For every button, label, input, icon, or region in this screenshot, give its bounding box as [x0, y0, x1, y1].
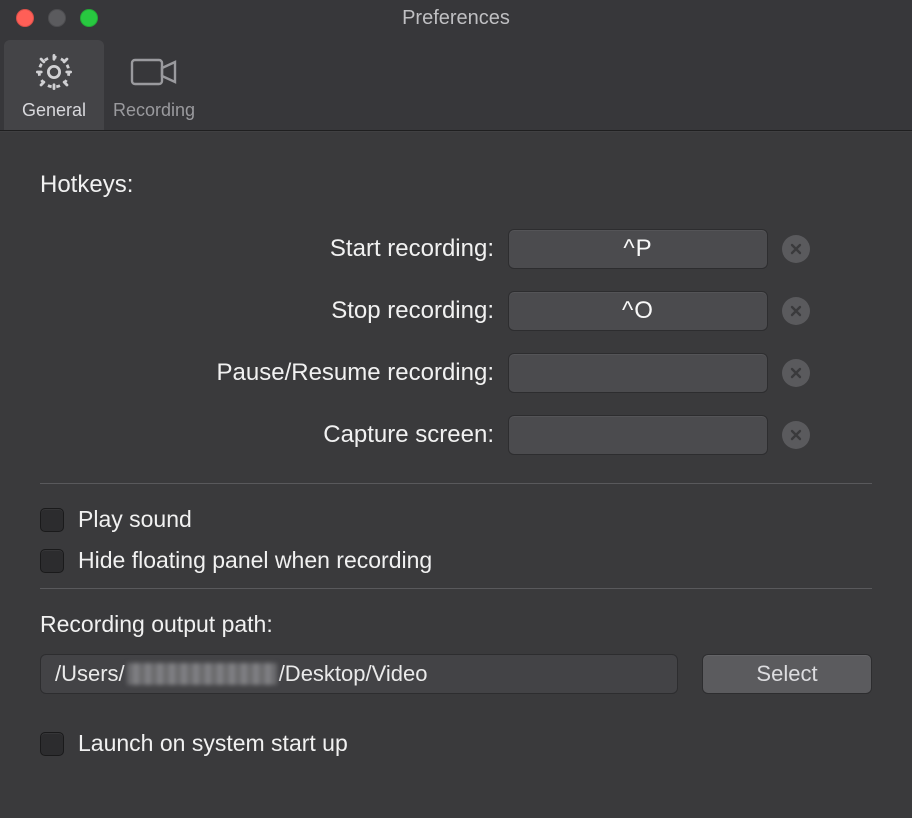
hotkey-capture-input[interactable]	[508, 415, 768, 455]
hotkey-row-pause: Pause/Resume recording:	[40, 353, 872, 393]
hotkey-start-clear-button[interactable]	[782, 235, 810, 263]
titlebar: Preferences	[0, 0, 912, 36]
hotkey-start-input[interactable]: ^P	[508, 229, 768, 269]
close-icon	[788, 427, 804, 443]
launch-startup-checkbox[interactable]	[40, 732, 64, 756]
launch-startup-label: Launch on system start up	[78, 730, 348, 757]
separator	[40, 588, 872, 589]
hotkey-row-start: Start recording: ^P	[40, 229, 872, 269]
select-output-path-button[interactable]: Select	[702, 654, 872, 694]
hotkey-stop-label: Stop recording:	[40, 297, 494, 325]
output-path-input[interactable]: /Users/ /Desktop/Video	[40, 654, 678, 694]
hotkeys-list: Start recording: ^P Stop recording: ^O	[40, 229, 872, 455]
tab-recording[interactable]: Recording	[104, 40, 204, 130]
output-path-label: Recording output path:	[40, 611, 872, 638]
tab-recording-label: Recording	[113, 100, 195, 121]
hotkey-pause-label: Pause/Resume recording:	[40, 359, 494, 387]
hotkey-row-capture: Capture screen:	[40, 415, 872, 455]
play-sound-label: Play sound	[78, 506, 192, 533]
play-sound-checkbox[interactable]	[40, 508, 64, 532]
tab-general-label: General	[22, 100, 86, 121]
launch-startup-row: Launch on system start up	[40, 730, 872, 757]
output-path-suffix: /Desktop/Video	[279, 661, 428, 687]
zoom-window-button[interactable]	[80, 9, 98, 27]
hotkey-capture-clear-button[interactable]	[782, 421, 810, 449]
preferences-window: Preferences General Recording	[0, 0, 912, 818]
hotkeys-heading: Hotkeys:	[40, 171, 872, 199]
video-camera-icon	[129, 50, 179, 94]
hide-panel-row: Hide floating panel when recording	[40, 547, 872, 574]
close-icon	[788, 303, 804, 319]
traffic-lights	[0, 9, 98, 27]
hotkey-start-label: Start recording:	[40, 235, 494, 263]
hide-panel-label: Hide floating panel when recording	[78, 547, 432, 574]
minimize-window-button[interactable]	[48, 9, 66, 27]
hotkey-row-stop: Stop recording: ^O	[40, 291, 872, 331]
gear-icon	[33, 50, 75, 94]
close-icon	[788, 365, 804, 381]
close-icon	[788, 241, 804, 257]
play-sound-row: Play sound	[40, 506, 872, 533]
tab-general[interactable]: General	[4, 40, 104, 130]
close-window-button[interactable]	[16, 9, 34, 27]
output-path-row: /Users/ /Desktop/Video Select	[40, 654, 872, 694]
hotkey-stop-clear-button[interactable]	[782, 297, 810, 325]
window-title: Preferences	[0, 7, 912, 30]
hotkey-pause-input[interactable]	[508, 353, 768, 393]
general-pane: Hotkeys: Start recording: ^P Stop record…	[0, 131, 912, 818]
output-path-prefix: /Users/	[55, 661, 125, 687]
output-path-redacted	[127, 663, 277, 685]
hotkey-pause-clear-button[interactable]	[782, 359, 810, 387]
separator	[40, 483, 872, 484]
toolbar: General Recording	[0, 36, 912, 131]
hide-panel-checkbox[interactable]	[40, 549, 64, 573]
hotkey-stop-input[interactable]: ^O	[508, 291, 768, 331]
hotkey-capture-label: Capture screen:	[40, 421, 494, 449]
